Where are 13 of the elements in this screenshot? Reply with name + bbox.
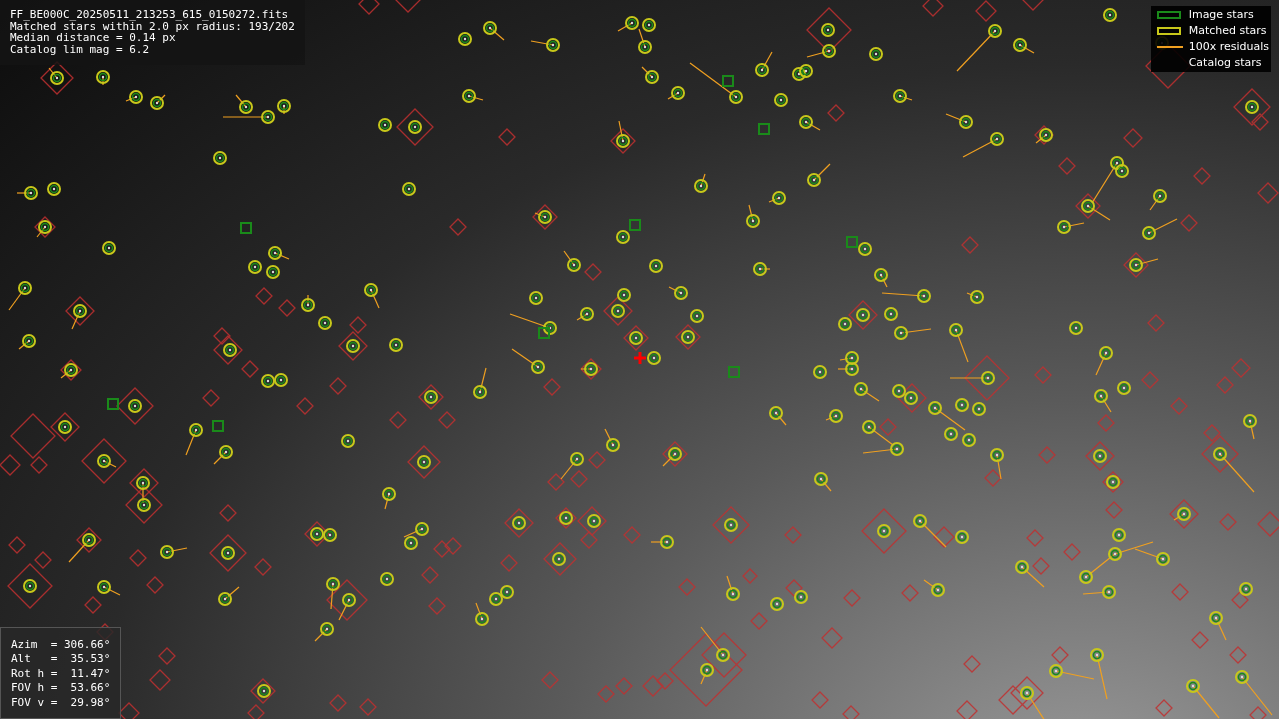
legend-label: 100x residuals <box>1188 40 1269 54</box>
info-text: Catalog lim mag = 6.2 <box>10 43 151 55</box>
pointing-text: FOV h = 53.66° <box>11 681 111 696</box>
info-text: Median distance = 0.14 px <box>10 32 176 44</box>
pointing-text: FOV v = 29.98° <box>11 695 111 710</box>
legend-label: Matched stars <box>1188 24 1268 38</box>
legend-label: Catalog stars <box>1188 56 1263 70</box>
pointing-text: Alt = 35.53° <box>11 652 111 667</box>
pointing-text: Rot h = 11.47° <box>11 666 111 681</box>
pointing-text: Azim = 306.66° <box>11 637 111 652</box>
legend-label: Image stars <box>1188 8 1255 22</box>
info-text: Matched stars within 2.0 px radius: 193/202 <box>10 20 295 32</box>
info-text: FF_BE000C_20250511_213253_615_0150272.fits <box>10 9 290 21</box>
